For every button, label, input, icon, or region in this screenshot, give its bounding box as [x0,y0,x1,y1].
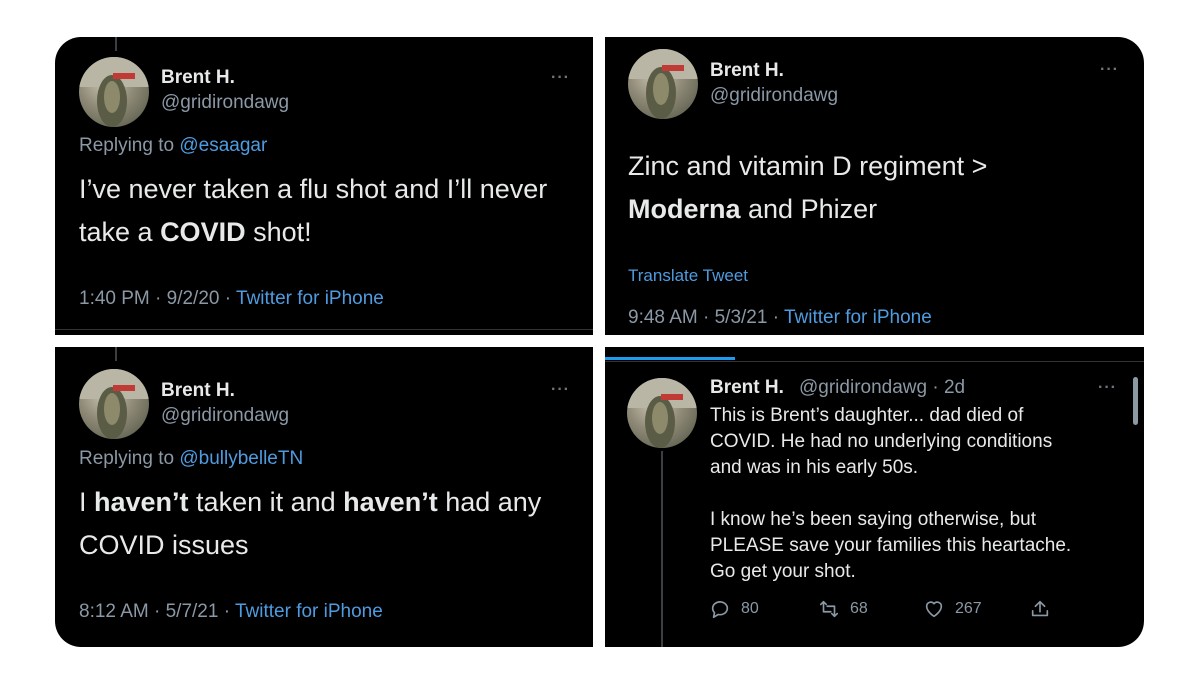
tweet-text: I haven’t taken it and haven’t had any C… [79,481,584,567]
retweet-button[interactable]: 68 [818,598,868,620]
tweet-text-bold: Moderna [628,194,741,224]
scrollbar[interactable] [1133,377,1138,425]
tweet-meta: 8:12 AM · 5/7/21 · Twitter for iPhone [79,601,383,623]
divider [605,361,1144,362]
tweet-text-bold: haven’t [94,487,189,517]
like-count: 267 [955,600,982,617]
share-button[interactable] [1029,598,1051,620]
tweet-text-spacer [710,481,1071,507]
user-handle[interactable]: @gridirondawg [161,92,289,114]
translate-tweet-link[interactable]: Translate Tweet [628,266,748,286]
display-name[interactable]: Brent H. [161,67,235,89]
tweet-text-line: I know he’s been saying otherwise, but [710,509,1037,530]
tweet-source[interactable]: Twitter for iPhone [235,601,383,622]
replying-prefix: Replying to [79,448,180,469]
more-options-icon[interactable]: ··· [1098,379,1117,397]
tweet-card-1[interactable]: Brent H. @gridirondawg ··· Replying to @… [55,37,593,335]
tweet-text-part: shot! [245,217,312,247]
display-name[interactable]: Brent H. [710,377,784,399]
replying-to: Replying to @esaagar [79,135,267,157]
timestamp[interactable]: 1:40 PM · 9/2/20 · [79,288,236,309]
tweet-text-part: I’ve never taken a flu shot and I’ll nev… [79,174,548,247]
avatar[interactable] [627,378,697,448]
timestamp[interactable]: 9:48 AM · 5/3/21 · [628,307,784,328]
tweet-card-2[interactable]: Brent H. @gridirondawg ··· Zinc and vita… [605,37,1144,335]
user-handle[interactable]: @gridirondawg [161,405,289,427]
share-icon [1031,600,1049,617]
tweet-text-bold: haven’t [343,487,438,517]
thread-line [115,347,117,361]
tweet-text: I’ve never taken a flu shot and I’ll nev… [79,168,579,254]
thread-line [115,37,117,51]
reply-count: 80 [741,600,759,617]
user-handle[interactable]: @gridirondawg [710,85,838,107]
more-options-icon[interactable]: ··· [551,381,570,399]
tweet-text-part: I [79,487,95,517]
fish-icon [628,49,698,119]
tweet-text: Zinc and vitamin D regiment > Moderna an… [628,145,1128,231]
replying-to: Replying to @bullybelleTN [79,448,303,470]
user-handle[interactable]: @gridirondawg · 2d [799,377,965,399]
tweet-text-part: taken it and [188,487,344,517]
display-name[interactable]: Brent H. [710,60,784,82]
display-name[interactable]: Brent H. [161,380,235,402]
tweet-text-line: This is Brent’s daughter... dad died of [710,405,1024,426]
tweet-text-line: I haven’t taken it and haven’t had any [79,481,584,524]
thread-line [661,451,663,647]
tweet-text-bold: COVID [160,217,246,247]
divider [55,329,593,330]
tweet-card-3[interactable]: Brent H. @gridirondawg ··· Replying to @… [55,347,593,647]
tweet-meta: 1:40 PM · 9/2/20 · Twitter for iPhone [79,288,384,310]
fish-icon [79,369,149,439]
tweet-text-line: COVID issues [79,530,249,560]
reply-icon [711,601,729,619]
like-button[interactable]: 267 [923,598,982,620]
replying-to-link[interactable]: @bullybelleTN [179,448,303,469]
reply-button[interactable]: 80 [709,598,759,620]
active-tab-indicator [605,357,735,360]
tweet-text-line: Moderna and Phizer [628,188,1128,231]
timestamp[interactable]: 8:12 AM · 5/7/21 · [79,601,235,622]
fish-icon [627,378,697,448]
avatar[interactable] [79,57,149,127]
tweet-text-part: and Phizer [740,194,878,224]
more-options-icon[interactable]: ··· [1100,61,1119,79]
fish-icon [79,57,149,127]
tweet-text-line: Zinc and vitamin D regiment > [628,151,988,181]
tweet-text: This is Brent’s daughter... dad died of … [710,403,1071,585]
replying-prefix: Replying to [79,135,180,156]
tweet-text-line: PLEASE save your families this heartache… [710,535,1072,556]
tweet-card-4[interactable]: Brent H. @gridirondawg · 2d ··· This is … [605,347,1144,647]
tweet-meta: 9:48 AM · 5/3/21 · Twitter for iPhone [628,307,932,329]
retweet-count: 68 [850,600,868,617]
tweet-text-line: Go get your shot. [710,561,856,582]
avatar[interactable] [79,369,149,439]
avatar[interactable] [628,49,698,119]
heart-icon [925,601,943,618]
retweet-icon [819,600,839,618]
tweet-text-line: and was in his early 50s. [710,457,919,478]
tweet-source[interactable]: Twitter for iPhone [784,307,932,328]
tweet-source[interactable]: Twitter for iPhone [236,288,384,309]
replying-to-link[interactable]: @esaagar [179,135,267,156]
tweet-text-part: had any [437,487,542,517]
tweet-text-line: COVID. He had no underlying conditions [710,431,1053,452]
more-options-icon[interactable]: ··· [551,69,570,87]
